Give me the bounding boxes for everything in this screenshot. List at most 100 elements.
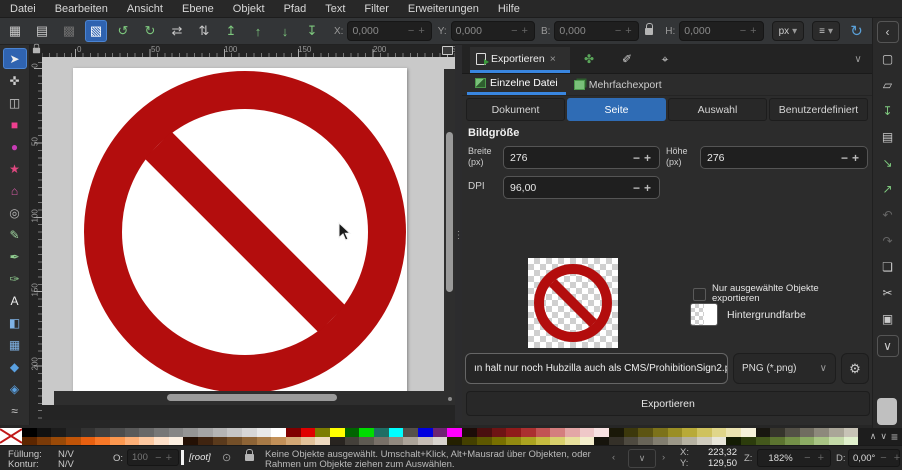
palette-swatch[interactable] — [169, 428, 184, 437]
raise-to-top-button[interactable]: ↥ — [220, 20, 242, 42]
menu-item[interactable]: Pfad — [284, 3, 307, 15]
select-all-layers-button[interactable]: ▤ — [31, 20, 53, 42]
palette-swatch[interactable] — [95, 437, 110, 446]
palette-swatch[interactable] — [315, 437, 330, 446]
horizontal-scrollbar[interactable] — [54, 391, 455, 405]
palette-swatch[interactable] — [271, 437, 286, 446]
palette-swatch[interactable] — [741, 437, 756, 446]
palette-swatch[interactable] — [492, 428, 507, 437]
chevron-left-icon[interactable]: ‹ — [612, 452, 615, 463]
palette-swatch[interactable] — [741, 428, 756, 437]
palette-swatch[interactable] — [403, 437, 418, 446]
palette-swatch[interactable] — [257, 437, 272, 446]
palette-swatch[interactable] — [433, 428, 448, 437]
palette-swatch[interactable] — [359, 428, 374, 437]
palette-swatch[interactable] — [330, 428, 345, 437]
collapse-panel-button[interactable]: ‹ — [877, 21, 899, 43]
more-commands-button[interactable]: ∨ — [877, 335, 899, 357]
rotate-ccw-button[interactable]: ↺ — [112, 20, 134, 42]
palette-swatch[interactable] — [242, 437, 257, 446]
export-width-field[interactable]: 276 − + — [503, 146, 660, 169]
minus-icon[interactable]: − — [509, 25, 519, 37]
star-tool[interactable]: ★ — [3, 158, 27, 179]
palette-swatch[interactable] — [594, 428, 609, 437]
palette-swatch[interactable] — [37, 428, 52, 437]
palette-swatch[interactable] — [638, 437, 653, 446]
area-button[interactable]: Dokument — [466, 98, 565, 121]
palette-swatch[interactable] — [345, 437, 360, 446]
eye-icon[interactable]: ⊙ — [222, 451, 231, 464]
only-selected-checkbox[interactable] — [693, 288, 706, 301]
vertical-scrollbar-thumb[interactable] — [446, 132, 453, 292]
layer-name[interactable]: [root] — [189, 452, 211, 463]
find-dialog-tab[interactable]: ⌖ — [646, 45, 684, 73]
new-document-button[interactable]: ▢ — [877, 49, 899, 69]
tab-single-file[interactable]: Einzelne Datei — [467, 74, 566, 95]
palette-swatch[interactable] — [183, 437, 198, 446]
commands-bar-scroll-thumb[interactable] — [877, 398, 897, 425]
palette-swatch[interactable] — [51, 437, 66, 446]
rectangle-tool[interactable]: ■ — [3, 114, 27, 135]
plus-icon[interactable]: + — [164, 452, 174, 464]
shape-builder-tool[interactable]: ◫ — [3, 92, 27, 113]
minus-icon[interactable]: − — [406, 25, 416, 37]
menu-item[interactable]: Objekt — [233, 3, 265, 15]
minus-icon[interactable]: − — [631, 151, 642, 165]
palette-swatch[interactable] — [844, 437, 859, 446]
mesh-gradient-tool[interactable]: ▦ — [3, 334, 27, 355]
horizontal-ruler[interactable]: 050100150200250 — [42, 45, 455, 57]
prohibition-sign-drawing[interactable] — [73, 67, 407, 399]
selection-toggle-button[interactable]: ▧ — [85, 20, 107, 42]
palette-swatch[interactable] — [51, 428, 66, 437]
palette-swatch[interactable] — [462, 437, 477, 446]
cleanup-dialog-tab[interactable]: ✤ — [570, 45, 608, 73]
x-field[interactable]: 0,000 − + — [347, 21, 431, 41]
palette-swatch[interactable] — [697, 437, 712, 446]
menu-item[interactable]: Hilfe — [498, 3, 520, 15]
unit-dropdown[interactable]: px ▾ — [772, 21, 805, 41]
palette-swatch[interactable] — [213, 437, 228, 446]
horizontal-scrollbar-thumb[interactable] — [167, 394, 337, 401]
zoom-field[interactable]: 182% − + — [757, 449, 831, 467]
save-document-button[interactable]: ↧ — [877, 101, 899, 121]
palette-swatch[interactable] — [594, 437, 609, 446]
plus-icon[interactable]: + — [642, 151, 653, 165]
palette-swatch[interactable] — [829, 437, 844, 446]
plus-icon[interactable]: + — [623, 25, 633, 37]
palette-swatch[interactable] — [403, 428, 418, 437]
menu-item[interactable]: Datei — [10, 3, 36, 15]
palette-swatch[interactable] — [183, 428, 198, 437]
minus-icon[interactable]: − — [738, 25, 748, 37]
text-tool[interactable]: A — [3, 290, 27, 311]
box-3d-tool[interactable]: ⌂ — [3, 180, 27, 201]
palette-swatch[interactable] — [726, 437, 741, 446]
deselect-button[interactable]: ▩ — [58, 20, 80, 42]
menu-item[interactable]: Filter — [364, 3, 388, 15]
palette-swatch[interactable] — [477, 437, 492, 446]
chevron-right-icon[interactable]: › — [662, 452, 665, 463]
display-mode-icon[interactable] — [442, 46, 453, 55]
export-dialog-tab[interactable]: Exportieren × — [470, 47, 570, 73]
layer-lock-icon[interactable] — [245, 454, 254, 461]
filename-input[interactable]: ın halt nur noch Hubzilla auch als CMS/P… — [465, 353, 728, 384]
menu-item[interactable]: Text — [325, 3, 345, 15]
palette-swatch[interactable] — [125, 428, 140, 437]
palette-swatch[interactable] — [154, 428, 169, 437]
plus-icon[interactable]: + — [816, 452, 826, 464]
minus-icon[interactable]: − — [613, 25, 623, 37]
minus-icon[interactable]: − — [153, 452, 163, 464]
palette-swatch[interactable] — [37, 437, 52, 446]
scale-options-dropdown[interactable]: ≡ ▾ — [812, 21, 840, 41]
y-field[interactable]: 0,000 − + — [451, 21, 535, 41]
palette-swatch[interactable] — [682, 428, 697, 437]
palette-swatch[interactable] — [257, 428, 272, 437]
menu-item[interactable]: Erweiterungen — [408, 3, 479, 15]
drawing-viewport[interactable] — [42, 57, 455, 405]
panel-resize-handle[interactable]: ⋮ — [455, 45, 462, 425]
stroke-value[interactable]: N/V — [58, 459, 74, 470]
palette-swatch[interactable] — [66, 428, 81, 437]
palette-swatch[interactable] — [169, 437, 184, 446]
gradient-tool[interactable]: ◧ — [3, 312, 27, 333]
opacity-field[interactable]: 100 − + — [127, 449, 179, 466]
palette-swatch[interactable] — [506, 437, 521, 446]
